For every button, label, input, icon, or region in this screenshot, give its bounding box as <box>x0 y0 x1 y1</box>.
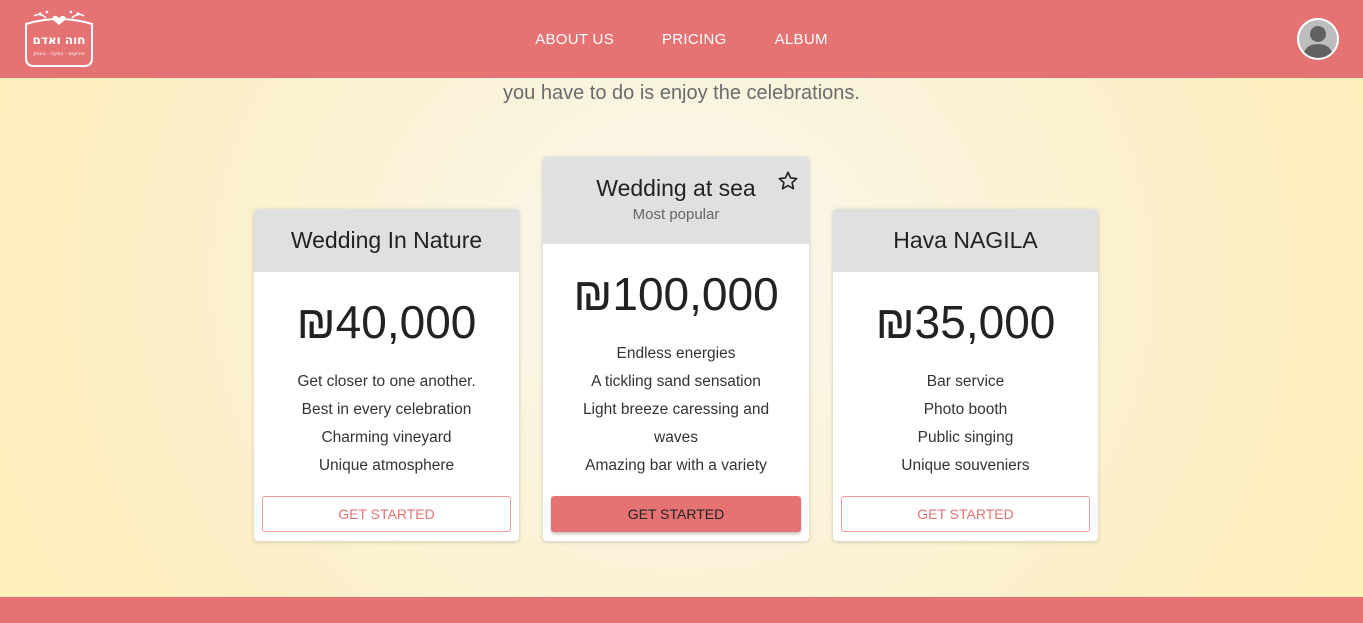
logo-subtext: אירועים - הפקה - בוטיק <box>33 51 85 57</box>
feature-item: Bar service <box>926 373 1005 390</box>
card-price: ₪40,000 <box>296 296 477 348</box>
feature-item: Amazing bar with a variety <box>585 457 767 474</box>
nav-pricing[interactable]: PRICING <box>638 31 751 48</box>
card-title: Wedding at sea <box>596 175 756 201</box>
feature-item: Best in every celebration <box>301 401 472 418</box>
footer-bar <box>0 597 1363 623</box>
feature-item: Photo booth <box>923 401 1008 418</box>
feature-list: Bar service Photo booth Public singing U… <box>833 368 1098 480</box>
nav-links: ABOUT US PRICING ALBUM <box>0 0 1363 78</box>
card-header: Hava NAGILA <box>833 209 1098 272</box>
pricing-card-hava-nagila: Hava NAGILA ₪35,000 Bar service Photo bo… <box>833 209 1098 541</box>
get-started-button[interactable]: GET STARTED <box>551 496 801 532</box>
feature-item: Charming vineyard <box>321 429 452 446</box>
hearts-wreath-logo-icon: חוה ואדם אירועים - הפקה - בוטיק <box>25 10 93 67</box>
feature-item: A tickling sand sensation <box>591 373 761 390</box>
pricing-card-sea: Wedding at sea Most popular ₪100,000 End… <box>543 157 809 541</box>
feature-item: Light breeze caressing and waves <box>582 401 770 446</box>
feature-list: Endless energies A tickling sand sensati… <box>543 340 809 480</box>
card-title: Hava NAGILA <box>893 227 1038 253</box>
card-price: ₪35,000 <box>875 296 1056 348</box>
feature-item: Unique souveniers <box>901 457 1030 474</box>
user-avatar[interactable] <box>1297 18 1339 60</box>
card-title: Wedding In Nature <box>290 227 483 253</box>
feature-list: Get closer to one another. Best in every… <box>254 368 519 480</box>
logo-text: חוה ואדם <box>32 33 85 47</box>
navbar: חוה ואדם אירועים - הפקה - בוטיק ABOUT US… <box>0 0 1363 78</box>
card-price: ₪100,000 <box>573 268 779 320</box>
feature-item: Get closer to one another. <box>297 373 476 390</box>
feature-item: Public singing <box>917 429 1014 446</box>
card-header: Wedding In Nature <box>254 209 519 272</box>
get-started-button[interactable]: GET STARTED <box>262 496 511 532</box>
card-subtitle: Most popular <box>632 206 720 223</box>
pricing-card-nature: Wedding In Nature ₪40,000 Get closer to … <box>254 209 519 541</box>
card-header: Wedding at sea Most popular <box>543 157 809 244</box>
intro-text: you have to do is enjoy the celebrations… <box>503 82 860 104</box>
feature-item: Endless energies <box>616 345 736 362</box>
nav-about-us[interactable]: ABOUT US <box>511 31 638 48</box>
brand-logo[interactable]: חוה ואדם אירועים - הפקה - בוטיק <box>20 6 98 72</box>
nav-album[interactable]: ALBUM <box>751 31 852 48</box>
user-avatar-icon <box>1297 18 1339 60</box>
get-started-button[interactable]: GET STARTED <box>841 496 1090 532</box>
feature-item: Unique atmosphere <box>318 457 455 474</box>
star-outline-icon[interactable] <box>777 170 799 192</box>
